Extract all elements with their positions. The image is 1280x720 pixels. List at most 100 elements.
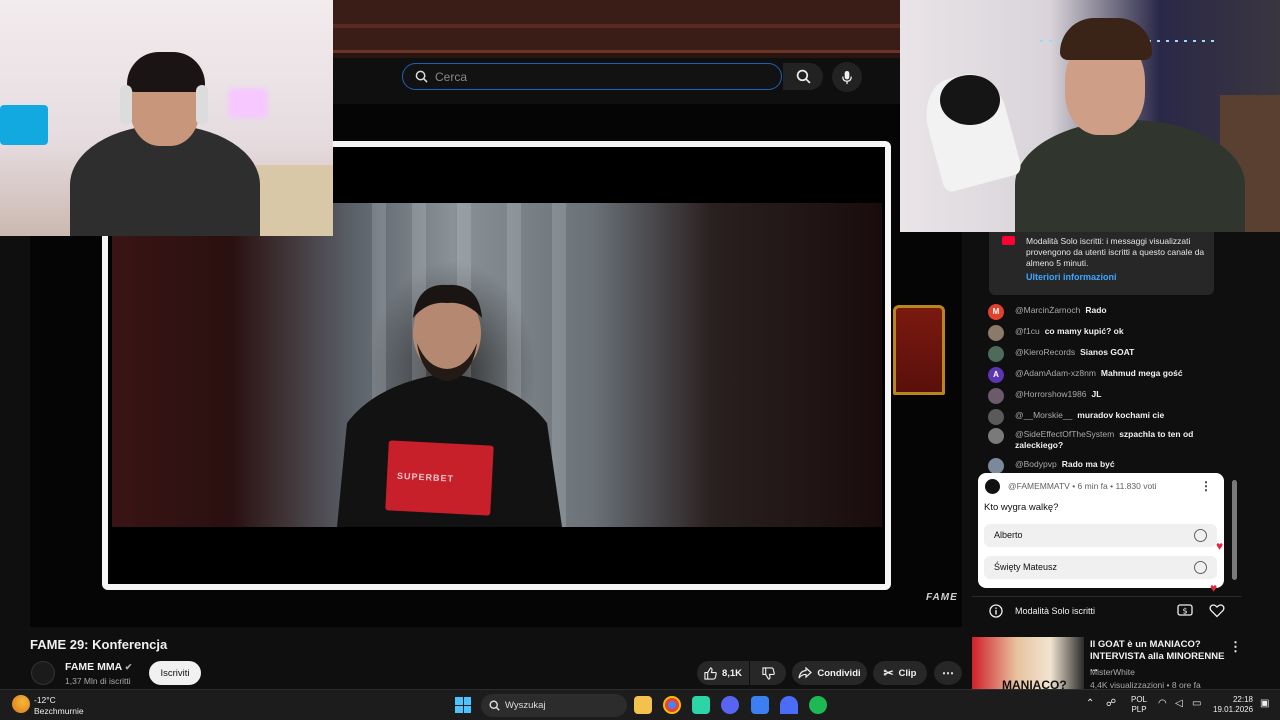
chat-author[interactable]: @KieroRecords <box>1015 347 1075 357</box>
search-button[interactable] <box>783 63 823 90</box>
search-icon <box>796 69 811 84</box>
search-icon <box>489 700 500 711</box>
like-button[interactable]: 8,1K <box>697 661 749 685</box>
dislike-button[interactable] <box>750 661 786 685</box>
windows-logo-tile <box>455 697 463 705</box>
file-explorer-icon[interactable] <box>634 696 652 714</box>
battery-icon[interactable]: ▭ <box>1192 698 1201 709</box>
video-scene: SUPERBET <box>112 203 882 527</box>
heart-reaction-icon: ♥ <box>1216 539 1224 553</box>
share-button[interactable]: Condividi <box>792 661 867 685</box>
chat-avatar[interactable] <box>988 346 1004 362</box>
chat-scrollbar[interactable] <box>1232 480 1237 580</box>
weather-description[interactable]: Bezchmurnie <box>34 706 84 716</box>
chat-author[interactable]: @f1cu <box>1015 326 1040 336</box>
thumbnail-text: MANIACO? <box>1002 678 1067 689</box>
start-button[interactable] <box>455 697 471 713</box>
chat-author[interactable]: @MarcinŻarnoch <box>1015 305 1080 315</box>
chat-body: Mahmud mega gość <box>1100 368 1183 378</box>
chat-avatar[interactable]: A <box>988 367 1004 383</box>
info-icon[interactable] <box>989 604 1003 618</box>
clip-button[interactable]: ✂ Clip <box>873 661 927 685</box>
tray-app-icon[interactable]: ☍ <box>1106 698 1116 709</box>
weather-icon[interactable] <box>12 695 30 713</box>
chat-footer: Modalità Solo iscritti $ <box>972 596 1242 624</box>
chat-message-text: @MarcinŻarnoch Rado <box>1015 305 1215 316</box>
search-box[interactable] <box>402 63 782 90</box>
discord-icon[interactable] <box>721 696 739 714</box>
stage-backdrop <box>333 0 900 58</box>
shelf <box>250 165 333 236</box>
spotify-icon[interactable] <box>809 696 827 714</box>
volume-icon[interactable]: ◁ <box>1175 698 1183 709</box>
recommended-video-channel[interactable]: MisterWhite <box>1090 667 1135 677</box>
chat-body: Rado <box>1085 305 1107 315</box>
streamer-hair <box>1060 18 1152 60</box>
subscribers-only-notice: Modalità Solo iscritti: i messaggi visua… <box>989 232 1214 295</box>
sponsor-folder: SUPERBET <box>385 440 494 516</box>
chat-message-text: @AdamAdam-xz8nm Mahmud mega gość <box>1015 368 1215 379</box>
share-icon <box>798 667 813 679</box>
webcam-left <box>0 0 333 236</box>
learn-more-link[interactable]: Ulteriori informazioni <box>1026 272 1206 283</box>
fame-watermark: FAME <box>926 592 958 603</box>
voice-search-button[interactable] <box>832 62 862 92</box>
language-code: POL <box>1131 695 1148 704</box>
app-icon[interactable] <box>780 696 798 714</box>
chat-author[interactable]: @Bodypvp <box>1015 459 1057 469</box>
super-chat-icon[interactable]: $ <box>1177 603 1193 617</box>
chat-author[interactable]: @Horrorshow1986 <box>1015 389 1086 399</box>
chat-message-text: @__Morskie__ muradov kochami cie <box>1015 410 1215 421</box>
chat-author[interactable]: @AdamAdam-xz8nm <box>1015 368 1096 378</box>
thumbs-up-icon <box>704 666 717 680</box>
chat-avatar[interactable] <box>988 458 1004 474</box>
notification-icon[interactable]: ▣ <box>1260 698 1269 709</box>
poll-option[interactable]: Święty Mateusz <box>984 556 1217 579</box>
channel-avatar[interactable] <box>31 661 55 685</box>
poll-header: @FAMEMMATV • 6 min fa • 11.830 voti <box>1008 481 1157 491</box>
neon-light <box>228 88 268 118</box>
wifi-icon[interactable]: ◠ <box>1158 698 1167 709</box>
webcam-right <box>900 0 1280 232</box>
chat-avatar[interactable] <box>988 428 1004 444</box>
streamer-hair <box>127 52 205 92</box>
search-icon <box>415 70 428 83</box>
chat-avatar[interactable]: M <box>988 304 1004 320</box>
poll-option[interactable]: Alberto <box>984 524 1217 547</box>
more-vert-icon[interactable]: ⋮ <box>1200 479 1212 493</box>
weather-temperature[interactable]: -12°C <box>34 695 56 705</box>
search-input[interactable] <box>435 68 765 86</box>
chat-avatar[interactable] <box>988 325 1004 341</box>
input-language[interactable]: POL PLP <box>1131 695 1147 715</box>
chat-message-text: @f1cu co mamy kupić? ok <box>1015 326 1215 337</box>
chevron-up-icon[interactable]: ⌃ <box>1086 698 1094 709</box>
stage-throne <box>893 305 945 395</box>
chat-author[interactable]: @__Morskie__ <box>1015 410 1072 420</box>
app-icon[interactable] <box>692 696 710 714</box>
chat-body: Sianos GOAT <box>1080 347 1135 357</box>
clip-label: Clip <box>898 667 917 679</box>
taskbar-search-label: Wyszukaj <box>505 700 546 711</box>
subscribe-button[interactable]: Iscriviti <box>149 661 201 685</box>
chat-author[interactable]: @SideEffectOfTheSystem <box>1015 429 1114 439</box>
chrome-icon[interactable] <box>663 696 681 714</box>
like-count: 8,1K <box>721 667 743 679</box>
folder-label: SUPERBET <box>396 470 455 484</box>
taskbar: -12°C Bezchmurnie Wyszukaj ⌃ ☍ POL PLP ◠… <box>0 689 1280 720</box>
more-vert-icon[interactable]: ⋮ <box>1229 639 1242 655</box>
clock[interactable]: 22:18 19.01.2026 <box>1213 695 1253 715</box>
heart-icon[interactable] <box>1209 603 1225 618</box>
chat-avatar[interactable] <box>988 409 1004 425</box>
recommended-video-thumbnail[interactable]: MANIACO? <box>972 637 1084 689</box>
streamer-body <box>1015 120 1245 232</box>
channel-name[interactable]: FAME MMA ✔ <box>65 661 132 673</box>
chat-avatar[interactable] <box>988 388 1004 404</box>
more-actions-button[interactable]: ⋯ <box>934 661 962 685</box>
radio-icon <box>1194 561 1207 574</box>
clock-time: 22:18 <box>1232 695 1253 704</box>
poll-card: @FAMEMMATV • 6 min fa • 11.830 voti ⋮ Kt… <box>978 473 1224 595</box>
app-icon[interactable] <box>751 696 769 714</box>
chat-message-text: @Horrorshow1986 JL <box>1015 389 1215 400</box>
taskbar-search[interactable]: Wyszukaj <box>481 694 627 717</box>
chat-mode-label: Modalità Solo iscritti <box>1015 606 1096 616</box>
